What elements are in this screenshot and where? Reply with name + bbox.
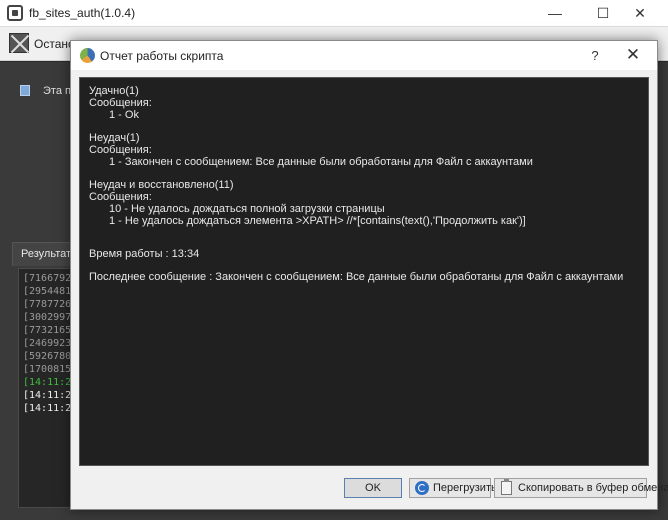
stop-icon[interactable] xyxy=(9,33,29,53)
report-item: 1 - Закончен с сообщением: Все данные бы… xyxy=(109,156,533,168)
dialog-title: Отчет работы скрипта xyxy=(100,49,224,63)
close-button[interactable]: ✕ xyxy=(625,3,655,23)
dialog-close-button[interactable]: ✕ xyxy=(621,45,645,66)
fail-header: Неудач(1) xyxy=(89,132,140,144)
maximize-button[interactable]: ☐ xyxy=(588,3,618,23)
dialog-titlebar: Отчет работы скрипта ? ✕ xyxy=(71,41,657,70)
clipboard-icon xyxy=(501,479,512,495)
reload-button-label: Перегрузить xyxy=(433,482,497,494)
messages-label: Сообщения: xyxy=(89,144,152,156)
copy-to-clipboard-button[interactable]: Скопировать в буфер обмена xyxy=(494,478,668,498)
pie-chart-icon xyxy=(80,48,95,63)
copy-button-label: Скопировать в буфер обмена xyxy=(518,482,668,494)
app-title: fb_sites_auth(1.0.4) xyxy=(29,6,136,20)
app-icon xyxy=(7,5,23,21)
report-text-area[interactable]: Удачно(1) Сообщения: 1 - Ok Неудач(1) Со… xyxy=(79,77,649,466)
info-icon xyxy=(20,85,30,96)
reload-icon xyxy=(415,481,429,495)
report-dialog: Отчет работы скрипта ? ✕ Удачно(1) Сообщ… xyxy=(70,40,668,510)
help-button[interactable]: ? xyxy=(583,45,607,66)
last-message-text: Последнее сообщение : Закончен с сообщен… xyxy=(89,271,624,283)
runtime-text: Время работы : 13:34 xyxy=(89,248,200,260)
report-item: 1 - Не удалось дождаться элемента >XPATH… xyxy=(109,215,526,227)
success-header: Удачно(1) xyxy=(89,85,139,97)
minimize-button[interactable]: — xyxy=(540,3,570,23)
restored-header: Неудач и восстановлено(11) xyxy=(89,179,234,191)
messages-label: Сообщения: xyxy=(89,97,152,109)
messages-label: Сообщения: xyxy=(89,191,152,203)
app-titlebar: fb_sites_auth(1.0.4) — ☐ ✕ xyxy=(0,0,668,27)
reload-button[interactable]: Перегрузить xyxy=(409,478,497,498)
report-item: 10 - Не удалось дождаться полной загрузк… xyxy=(109,203,385,215)
report-item: 1 - Ok xyxy=(109,109,139,121)
ok-button[interactable]: OK xyxy=(344,478,402,498)
